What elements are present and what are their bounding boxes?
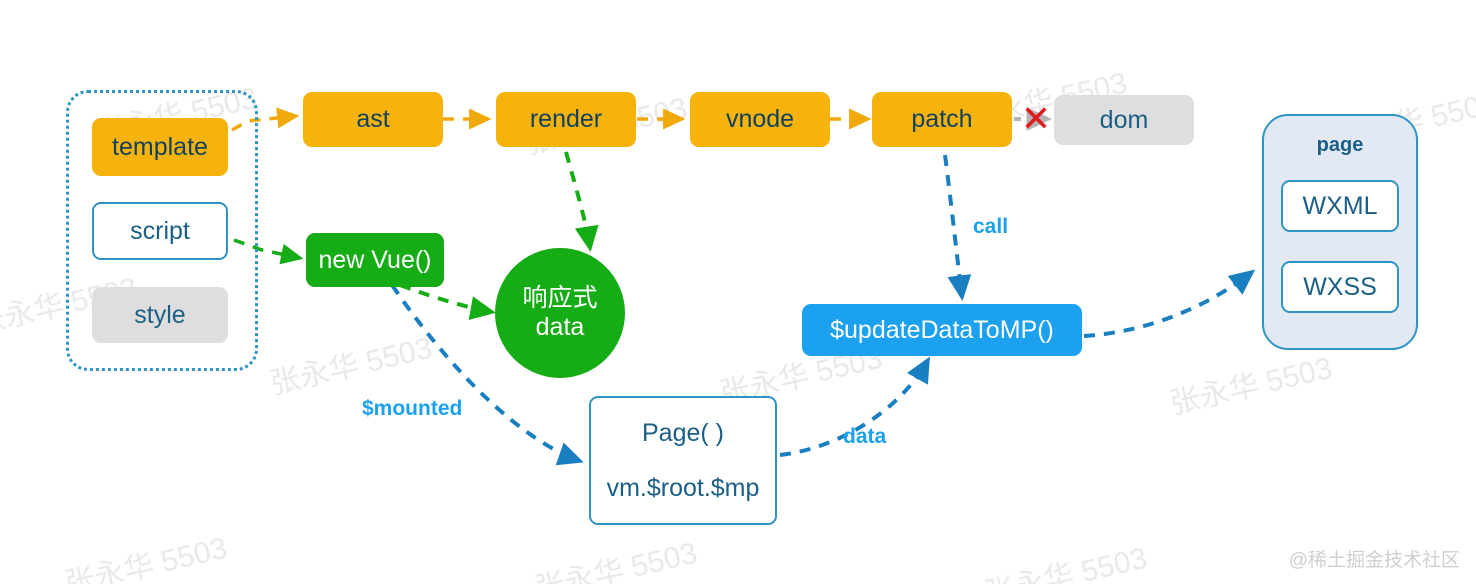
reactive-data-line1: 响应式 [522, 283, 598, 312]
node-script-label: script [130, 216, 190, 245]
footer-watermark: @稀土掘金技术社区 [1288, 550, 1460, 571]
watermark-tile: 张永华 5503 [62, 531, 231, 584]
page-group-title: page [1316, 134, 1364, 156]
page-fn-line1: Page( ) [642, 418, 724, 447]
node-reactive-data-circle[interactable]: 响应式 data [495, 248, 625, 378]
node-style-label: style [134, 300, 186, 329]
node-wxml[interactable]: WXML [1281, 180, 1399, 232]
node-wxml-label: WXML [1302, 191, 1378, 220]
node-patch-label: patch [911, 105, 973, 133]
node-vnode-label: vnode [725, 105, 795, 133]
reactive-data-line2: data [535, 313, 585, 341]
edge-newvue-to-reactive-data [399, 283, 496, 320]
edge-label-call: call [973, 215, 1009, 238]
edge-call-patch-to-update [943, 154, 972, 301]
node-render-label: render [529, 105, 603, 133]
watermark-tile: 张永华 5503 [532, 536, 701, 584]
node-dom[interactable]: dom [1054, 95, 1194, 145]
node-patch[interactable]: patch [872, 92, 1012, 147]
node-ast[interactable]: ast [303, 92, 443, 147]
node-template[interactable]: template [92, 118, 228, 176]
node-new-vue-label: new Vue() [318, 245, 432, 274]
edge-label-mounted: $mounted [362, 397, 463, 420]
node-ast-label: ast [356, 105, 390, 133]
node-update-data-to-mp-label: $updateDataToMP() [830, 315, 1054, 344]
node-wxss[interactable]: WXSS [1281, 261, 1399, 313]
node-wxss-label: WXSS [1303, 272, 1377, 301]
watermark-tile: 张永华 5503 [1167, 351, 1336, 421]
edge-update-to-page-group [1083, 269, 1256, 338]
node-style[interactable]: style [92, 287, 228, 343]
diagram-canvas: 张永华 5503 张永华 5503 张永华 5503 张永华 5503 张永华 … [0, 0, 1476, 584]
red-x-icon: ✕ [1020, 98, 1052, 139]
node-new-vue[interactable]: new Vue() [306, 233, 444, 287]
node-vnode[interactable]: vnode [690, 92, 830, 147]
page-group: page [1262, 114, 1418, 350]
watermark-tile: 张永华 5503 [982, 541, 1151, 584]
node-render[interactable]: render [496, 92, 636, 147]
node-page-fn[interactable]: Page( ) vm.$root.$mp [589, 396, 777, 525]
node-template-label: template [112, 132, 208, 161]
node-script[interactable]: script [92, 202, 228, 260]
edge-render-to-reactive-data [564, 151, 599, 252]
page-fn-line2: vm.$root.$mp [606, 473, 760, 502]
watermark-tile: 张永华 5503 [267, 331, 436, 401]
edge-label-data: data [843, 425, 887, 448]
node-update-data-to-mp[interactable]: $updateDataToMP() [802, 304, 1082, 356]
node-dom-label: dom [1099, 105, 1149, 134]
